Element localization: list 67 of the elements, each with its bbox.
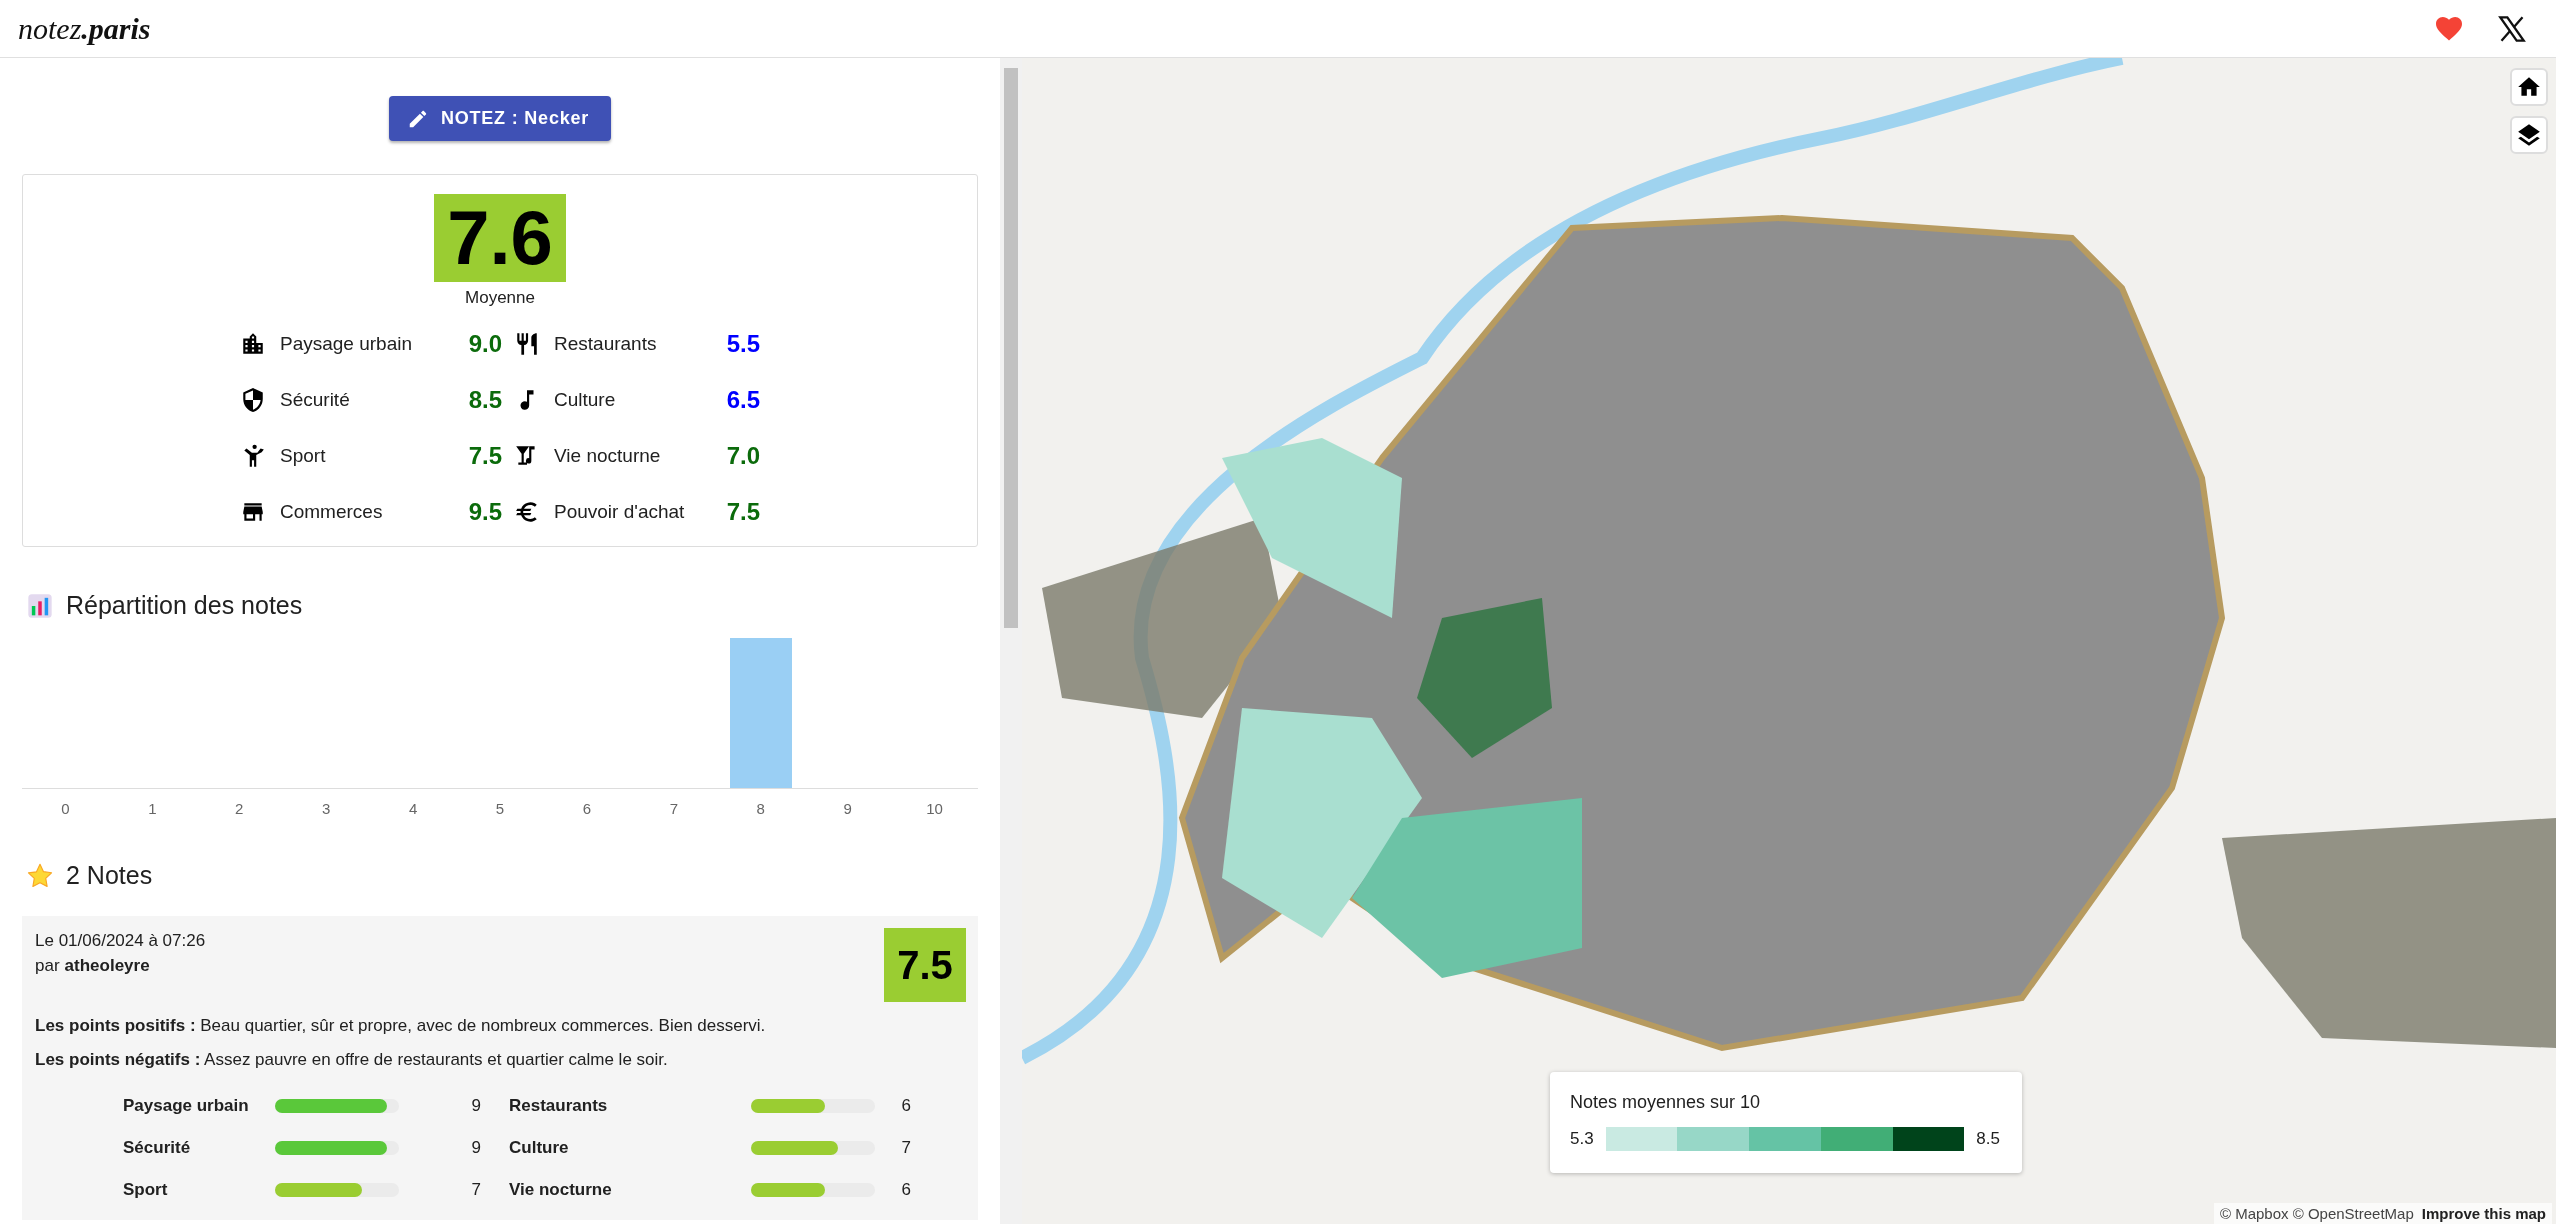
rating-value: 7.5 (467, 442, 502, 470)
rating-value: 7.0 (725, 442, 760, 470)
axis-label: 10 (925, 800, 944, 817)
rating-value: 9 (470, 1096, 482, 1116)
rating-value: 6 (900, 1096, 912, 1116)
rating-label: Pouvoir d'achat (554, 501, 686, 523)
map-attribution[interactable]: © Mapbox © OpenStreetMap (2219, 1205, 2414, 1222)
rating-label: Sécurité (123, 1138, 192, 1158)
rating-label: Sécurité (280, 389, 351, 411)
axis-label: 6 (581, 800, 593, 817)
improve-map-link[interactable]: Improve this map (2421, 1205, 2546, 1222)
rating-label: Commerces (280, 501, 384, 523)
bar-chart-icon (26, 591, 54, 620)
rating-value: 6 (900, 1180, 912, 1200)
axis-label: 2 (234, 800, 245, 817)
note-date: Le 01/06/2024 à 07:26 (35, 930, 206, 952)
fork-knife-icon (514, 331, 540, 357)
rating-value: 9.0 (467, 330, 502, 358)
positive-points: Les points positifs : Beau quartier, sûr et propre, avec de nombreux commerces. Bien desservi. (35, 1016, 767, 1036)
rating-label: Vie nocturne (509, 1180, 613, 1200)
axis-label: 5 (494, 800, 506, 817)
axis-label: 0 (60, 800, 71, 817)
rating-label: Paysage urbain (123, 1096, 250, 1116)
map-background[interactable]: Notes moyennes sur 10 5.3 8.5 © Mapbox © OpenStreetMap Improve this map (1022, 58, 2556, 1224)
note-score: 7.5 (884, 928, 966, 1002)
rate-button[interactable]: NOTEZ : Necker (388, 96, 612, 141)
rating-label: Sport (280, 445, 327, 467)
axis-label: 7 (668, 800, 679, 817)
rating-label: Vie nocturne (554, 445, 662, 467)
buildings-icon (240, 331, 266, 357)
rating-value: 9.5 (467, 498, 502, 526)
axis-label: 8 (755, 800, 766, 817)
rating-value: 9 (470, 1138, 482, 1158)
rating-label: Culture (509, 1138, 570, 1158)
score-label: Moyenne (465, 288, 535, 308)
legend-title: Notes moyennes sur 10 (1570, 1092, 1762, 1113)
shield-icon (240, 387, 266, 413)
rating-value: 7.5 (725, 498, 760, 526)
rating-value: 6.5 (725, 386, 760, 414)
scrollbar[interactable] (1000, 58, 1022, 1224)
layers-button[interactable] (2510, 116, 2548, 154)
rating-value: 7 (470, 1180, 482, 1200)
rating-label: Sport (123, 1180, 169, 1200)
rating-value: 8.5 (467, 386, 502, 414)
legend-max: 8.5 (1976, 1129, 2000, 1149)
axis-label: 3 (321, 800, 332, 817)
rating-value: 7 (900, 1138, 912, 1158)
axis-label: 9 (842, 800, 853, 817)
axis-label: 1 (147, 800, 158, 817)
rating-label: Restaurants (554, 333, 658, 355)
author-prefix: par (35, 956, 60, 975)
section-title: 2 Notes (66, 861, 153, 890)
legend-min: 5.3 (1570, 1129, 1594, 1149)
author-name[interactable]: atheoleyre (64, 956, 150, 975)
site-logo[interactable]: notez.paris (18, 11, 151, 46)
heart-icon[interactable] (2436, 16, 2462, 41)
rating-label: Culture (554, 389, 617, 411)
average-score: 7.6 (434, 194, 566, 282)
section-title: Répartition des notes (66, 591, 303, 620)
x-logo-icon[interactable] (2498, 14, 2526, 43)
rating-label: Paysage urbain (280, 333, 414, 355)
star-icon (26, 861, 54, 890)
rating-value: 5.5 (725, 330, 760, 358)
axis-label: 4 (407, 800, 419, 817)
home-button[interactable] (2510, 68, 2548, 106)
negative-points: Les points négatifs : Assez pauvre en offre de restaurants et quartier calme le soir. (35, 1050, 669, 1070)
rating-label: Restaurants (509, 1096, 609, 1116)
